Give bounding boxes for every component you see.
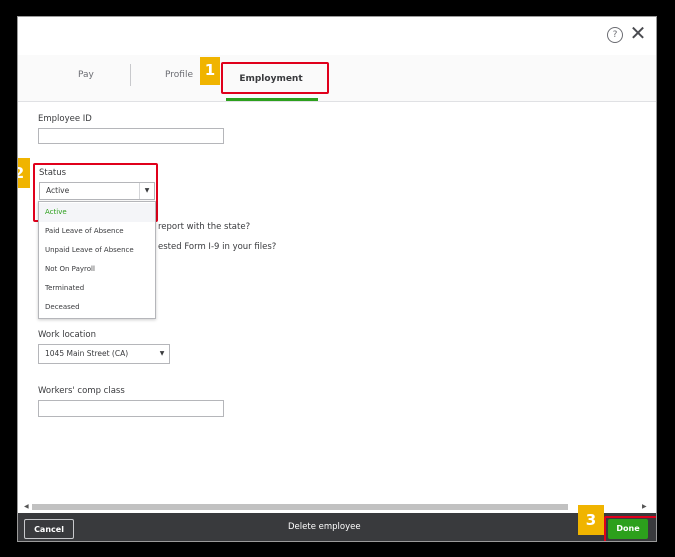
close-icon[interactable]: ✕	[628, 23, 648, 43]
status-option-terminated[interactable]: Terminated	[39, 279, 155, 298]
work-location-select[interactable]: 1045 Main Street (CA) ▼	[38, 344, 170, 364]
delete-employee-link[interactable]: Delete employee	[288, 522, 361, 532]
scrollbar-thumb[interactable]	[32, 504, 568, 510]
work-location-selected-value: 1045 Main Street (CA)	[45, 349, 129, 358]
annotation-number-3: 3	[578, 505, 604, 535]
i9-form-question: ested Form I-9 in your files?	[158, 242, 277, 252]
employee-id-label: Employee ID	[38, 114, 92, 124]
workers-comp-label: Workers' comp class	[38, 386, 125, 396]
scroll-left-icon[interactable]: ◀	[24, 503, 30, 511]
help-icon[interactable]: ?	[607, 27, 623, 43]
dialog-topbar: ? ✕	[18, 17, 656, 51]
chevron-down-icon: ▼	[159, 350, 165, 357]
workers-comp-input[interactable]	[38, 400, 224, 417]
employee-id-input[interactable]	[38, 128, 224, 144]
horizontal-scrollbar[interactable]: ◀ ▶	[24, 503, 648, 511]
employee-dialog: ? ✕ Pay Profile Employment 1 Employee ID…	[17, 16, 657, 542]
chevron-down-icon: ▼	[139, 183, 154, 199]
status-select[interactable]: Active ▼	[39, 182, 155, 200]
annotation-number-2: 2	[18, 158, 30, 188]
tab-active-underline	[226, 98, 318, 101]
tab-profile[interactable]: Profile	[165, 70, 193, 80]
status-option-unpaid-leave[interactable]: Unpaid Leave of Absence	[39, 241, 155, 260]
status-selected-value: Active	[46, 186, 70, 195]
tab-divider	[130, 64, 131, 86]
annotation-number-1: 1	[200, 57, 220, 85]
status-option-active[interactable]: Active	[39, 203, 155, 222]
work-location-label: Work location	[38, 330, 96, 340]
scroll-right-icon[interactable]: ▶	[642, 503, 648, 511]
status-option-deceased[interactable]: Deceased	[39, 298, 155, 317]
status-option-not-on-payroll[interactable]: Not On Payroll	[39, 260, 155, 279]
tab-bar: Pay Profile Employment	[18, 55, 656, 102]
tab-pay[interactable]: Pay	[78, 70, 94, 80]
cancel-button[interactable]: Cancel	[24, 519, 74, 539]
status-option-paid-leave[interactable]: Paid Leave of Absence	[39, 222, 155, 241]
state-report-question: report with the state?	[158, 222, 251, 232]
status-label: Status	[39, 168, 67, 178]
dialog-footer: Cancel Delete employee Done	[18, 513, 656, 541]
annotation-highlight-employment	[221, 62, 329, 94]
status-dropdown-menu: Active Paid Leave of Absence Unpaid Leav…	[38, 201, 156, 319]
window-frame: ? ✕ Pay Profile Employment 1 Employee ID…	[4, 6, 668, 551]
annotation-highlight-done	[604, 516, 656, 541]
